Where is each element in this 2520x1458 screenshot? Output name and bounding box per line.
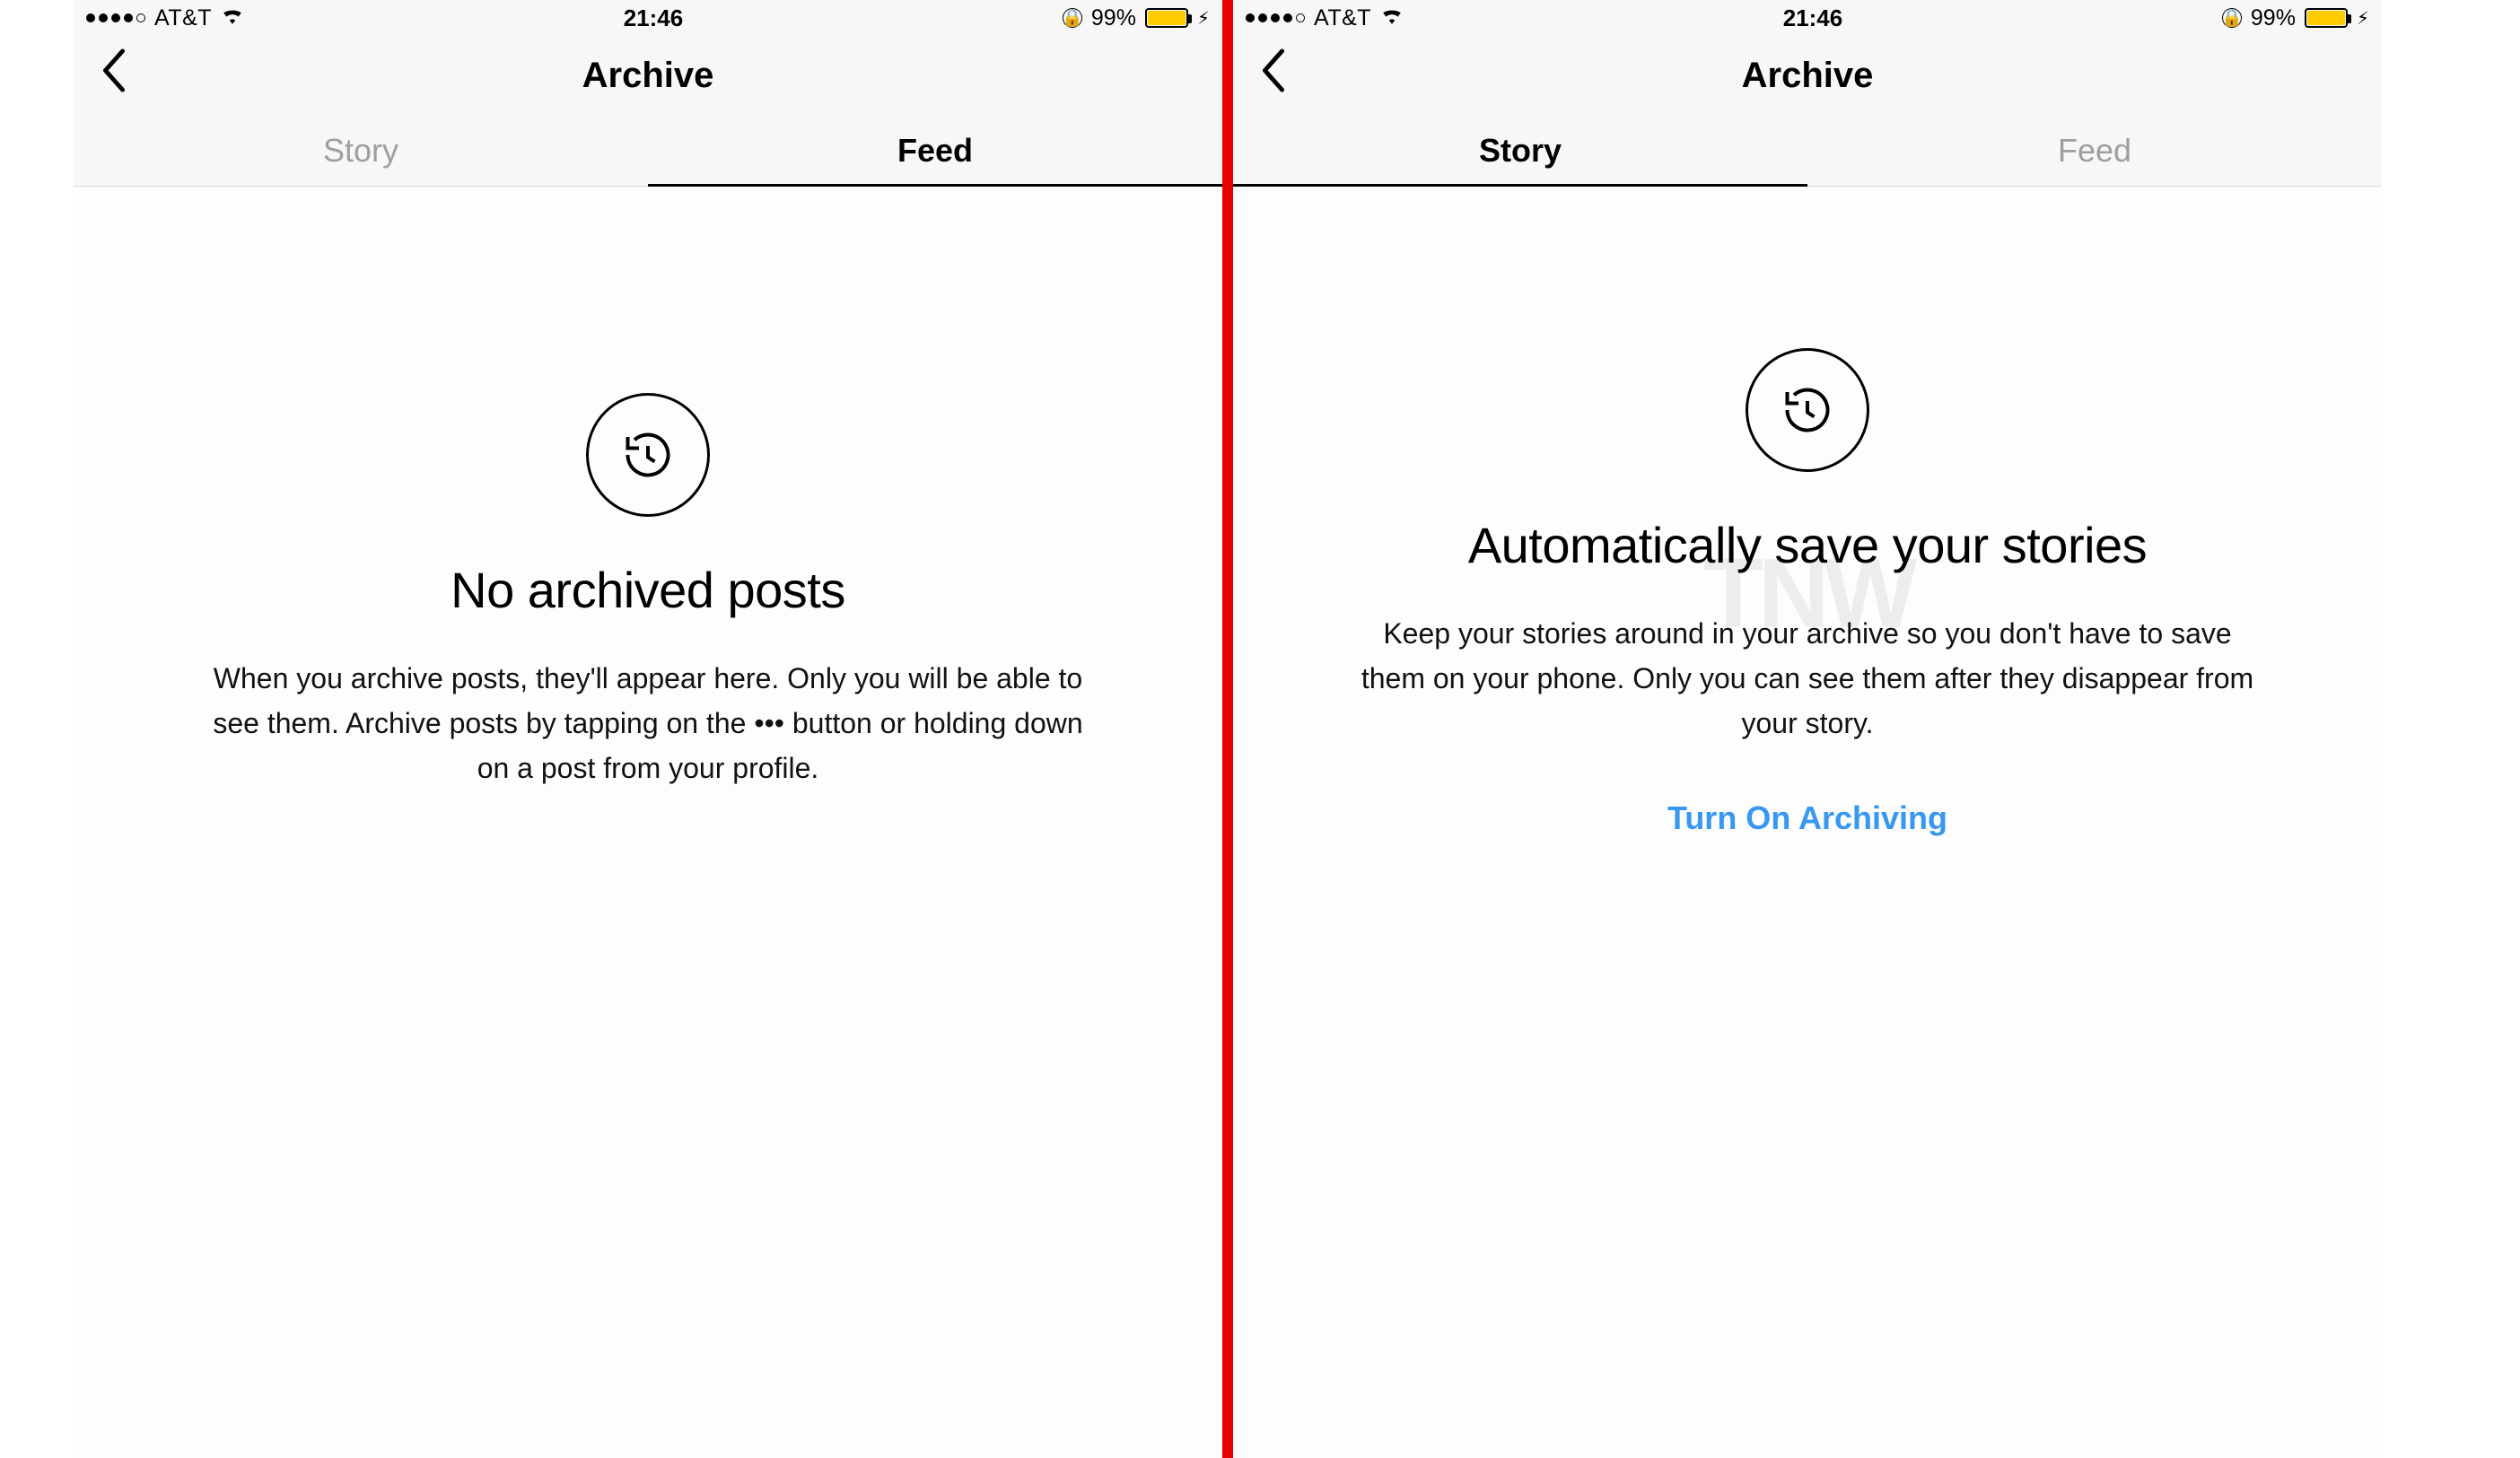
nav-bar: Archive	[1233, 36, 2382, 115]
page-title: Archive	[1742, 56, 1874, 96]
empty-state-description: When you archive posts, they'll appear h…	[199, 657, 1097, 790]
phone-left: AT&T 21:46 🔒 99% ⚡︎ Archive	[74, 0, 1222, 1458]
history-icon	[586, 393, 710, 517]
turn-on-archiving-button[interactable]: Turn On Archiving	[1667, 799, 1947, 837]
tabs: Story Feed	[1233, 115, 2382, 187]
empty-state-heading: No archived posts	[451, 562, 845, 619]
battery-icon	[2305, 8, 2348, 28]
outer-margin-left	[0, 0, 74, 1458]
back-button[interactable]	[101, 49, 127, 102]
empty-state-heading: Automatically save your stories	[1468, 517, 2147, 574]
charging-icon: ⚡︎	[2357, 7, 2369, 30]
tab-story-label: Story	[1479, 132, 1562, 170]
orientation-lock-icon: 🔒	[1063, 8, 1082, 28]
status-bar: AT&T 21:46 🔒 99% ⚡︎	[1233, 0, 2382, 36]
status-bar: AT&T 21:46 🔒 99% ⚡︎	[74, 0, 1222, 36]
tab-feed-label: Feed	[2058, 132, 2131, 170]
page-title: Archive	[582, 56, 714, 96]
comparison-divider	[1222, 0, 1233, 1458]
orientation-lock-icon: 🔒	[2222, 8, 2242, 28]
content-area: No archived posts When you archive posts…	[74, 187, 1222, 1458]
battery-percent-label: 99%	[1091, 5, 1136, 31]
tab-story-label: Story	[323, 132, 398, 170]
tab-feed[interactable]: Feed	[1807, 115, 2382, 186]
wifi-icon	[221, 6, 244, 30]
charging-icon: ⚡︎	[1197, 7, 1210, 30]
tab-story[interactable]: Story	[1233, 115, 1807, 186]
carrier-label: AT&T	[1314, 5, 1371, 31]
outer-margin-right	[2382, 0, 2455, 1458]
battery-icon	[1145, 8, 1188, 28]
empty-state-description: Keep your stories around in your archive…	[1359, 612, 2256, 746]
carrier-label: AT&T	[154, 5, 212, 31]
history-icon	[1746, 348, 1869, 472]
wifi-icon	[1380, 6, 1404, 30]
nav-bar: Archive	[74, 36, 1222, 115]
signal-strength-icon	[86, 13, 145, 22]
battery-percent-label: 99%	[2251, 5, 2296, 31]
tab-feed[interactable]: Feed	[648, 115, 1222, 186]
phone-right: AT&T 21:46 🔒 99% ⚡︎ Archive	[1233, 0, 2382, 1458]
clock-label: 21:46	[1783, 4, 1843, 32]
clock-label: 21:46	[624, 4, 684, 32]
signal-strength-icon	[1246, 13, 1305, 22]
back-button[interactable]	[1260, 49, 1287, 102]
tab-feed-label: Feed	[897, 132, 973, 170]
tabs: Story Feed	[74, 115, 1222, 187]
content-area: TNW Automatically save your stories Keep…	[1233, 187, 2382, 1458]
tab-story[interactable]: Story	[74, 115, 648, 186]
